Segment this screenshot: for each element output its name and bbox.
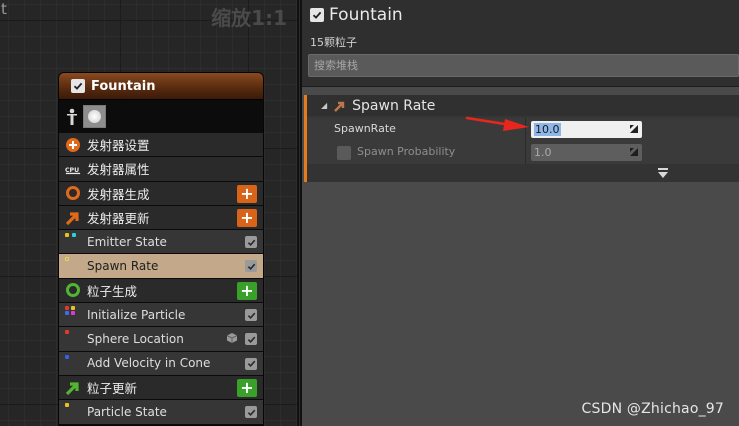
details-enable-checkbox[interactable] bbox=[310, 8, 324, 22]
module-row-emitter-state[interactable]: Emitter State bbox=[59, 230, 263, 255]
check-icon bbox=[247, 263, 255, 270]
spawn-probability-value-field[interactable]: 1.0 bbox=[531, 144, 642, 161]
emitter-figure-icon bbox=[67, 108, 77, 125]
stack-row-label: Emitter State bbox=[87, 234, 167, 249]
stack-row-label: 发射器属性 bbox=[87, 162, 150, 178]
cpu-icon: CPU bbox=[65, 161, 81, 177]
check-icon bbox=[247, 336, 255, 343]
stack-group-2[interactable]: CPU 发射器属性 bbox=[59, 157, 263, 182]
emitter-enable-checkbox[interactable] bbox=[71, 79, 85, 93]
details-title: Fountain bbox=[329, 5, 403, 25]
module-row-initialize-particle[interactable]: Initialize Particle bbox=[59, 303, 263, 328]
check-icon bbox=[247, 360, 255, 368]
emitter-node[interactable]: Fountain 发射器设置 CPU 发射器属性发射器生成 + 发射器更新 + Emitte… bbox=[58, 72, 264, 426]
collapse-arrow-icon[interactable]: ◢ bbox=[321, 101, 327, 110]
emitter-thumbnail[interactable] bbox=[83, 105, 106, 128]
emitter-settings-icon bbox=[65, 137, 81, 153]
spawn-probability-checkbox[interactable] bbox=[337, 146, 351, 160]
emitter-node-title: Fountain bbox=[91, 78, 156, 94]
module-enable-checkbox[interactable] bbox=[245, 357, 257, 370]
graph-canvas[interactable]: t 缩放1:1 Fountain 发射器设置 CPU 发射器属性 发射器生成 + 发射器更… bbox=[0, 0, 297, 426]
stack-group-7[interactable]: 粒子生成 + bbox=[59, 278, 263, 304]
stack-group-4[interactable]: 发射器更新 + bbox=[59, 205, 263, 231]
expand-input-icon[interactable] bbox=[630, 125, 638, 133]
emitter-update-icon bbox=[65, 210, 81, 226]
emitter-thumbnail-row bbox=[59, 100, 263, 133]
module-enable-checkbox[interactable] bbox=[245, 236, 257, 249]
graph-tab-title-fragment: t bbox=[1, 0, 7, 18]
particle-count: 15颗粒子 bbox=[310, 36, 357, 49]
expand-input-icon[interactable] bbox=[630, 148, 638, 156]
check-icon bbox=[247, 239, 255, 246]
zoom-level-label: 缩放1:1 bbox=[211, 6, 287, 30]
emitter-spawn-icon bbox=[65, 185, 81, 201]
module-row-particle-state[interactable]: Particle State bbox=[59, 400, 263, 425]
spawnrate-value-text: 10.0 bbox=[534, 123, 561, 136]
module-enable-checkbox[interactable] bbox=[245, 309, 257, 322]
module-row-spawn-rate[interactable]: Spawn Rate bbox=[59, 254, 263, 279]
stack-row-label: 发射器更新 bbox=[87, 211, 150, 227]
module-row-add-velocity-in-cone[interactable]: Add Velocity in Cone bbox=[59, 351, 263, 376]
stack-group-3[interactable]: 发射器生成 + bbox=[59, 181, 263, 206]
stack-row-label: Initialize Particle bbox=[87, 307, 186, 322]
stack-row-label: Sphere Location bbox=[87, 332, 184, 347]
add-module-button[interactable]: + bbox=[237, 281, 257, 300]
details-header: Fountain 15颗粒子 搜索堆栈 bbox=[302, 0, 739, 87]
module-row-sphere-location[interactable]: Sphere Location bbox=[59, 327, 263, 352]
check-icon bbox=[312, 11, 322, 19]
spawnrate-value-field[interactable]: 10.0 bbox=[531, 121, 642, 138]
selection-details-panel: Fountain 15颗粒子 搜索堆栈 ◢ Spawn Rate SpawnRa… bbox=[302, 0, 739, 426]
section-title: Spawn Rate bbox=[352, 97, 436, 114]
module-color-dots-icon bbox=[65, 403, 79, 413]
spawn-rate-section: ◢ Spawn Rate SpawnRate 10.0 Spawn Probab… bbox=[304, 95, 739, 182]
prop-row-spawn-probability: Spawn Probability 1.0 bbox=[307, 141, 739, 164]
module-color-dots-icon bbox=[65, 257, 79, 267]
spawn-rate-section-header[interactable]: ◢ Spawn Rate bbox=[307, 95, 739, 116]
stack-row-label: Spawn Rate bbox=[87, 259, 159, 274]
add-module-button[interactable]: + bbox=[237, 378, 257, 397]
check-icon bbox=[247, 312, 255, 319]
check-icon bbox=[73, 82, 83, 90]
cube-icon bbox=[227, 333, 237, 344]
add-module-button[interactable]: + bbox=[237, 208, 257, 227]
stack-search-input[interactable]: 搜索堆栈 bbox=[308, 54, 739, 77]
module-enable-checkbox[interactable] bbox=[245, 406, 257, 419]
emitter-stack-list: 发射器设置 CPU 发射器属性发射器生成 + 发射器更新 + Emitter State Sp… bbox=[59, 133, 263, 425]
advanced-expander[interactable] bbox=[307, 164, 739, 182]
expand-down-icon[interactable] bbox=[657, 167, 669, 179]
add-module-button[interactable]: + bbox=[237, 184, 257, 203]
stack-row-label: 粒子更新 bbox=[87, 381, 138, 397]
emitter-update-icon bbox=[334, 101, 345, 112]
spawn-probability-value-text: 1.0 bbox=[534, 146, 552, 159]
stack-row-label: Particle State bbox=[87, 404, 167, 419]
module-color-dots-icon bbox=[65, 233, 79, 243]
emitter-node-header[interactable]: Fountain bbox=[59, 73, 263, 100]
stack-row-label: 发射器生成 bbox=[87, 186, 150, 202]
stack-row-label: 发射器设置 bbox=[87, 138, 150, 154]
module-enable-checkbox[interactable] bbox=[245, 333, 257, 346]
particle-update-icon bbox=[65, 380, 81, 396]
module-color-dots-icon bbox=[65, 354, 79, 365]
stack-group-11[interactable]: 粒子更新 + bbox=[59, 375, 263, 401]
annotation-arrow bbox=[465, 116, 529, 131]
module-color-dots-icon bbox=[65, 306, 79, 316]
stack-row-label: Add Velocity in Cone bbox=[87, 356, 211, 371]
stack-group-1[interactable]: 发射器设置 bbox=[59, 133, 263, 158]
stack-row-label: 粒子生成 bbox=[87, 283, 138, 299]
module-enable-checkbox[interactable] bbox=[245, 260, 257, 273]
check-icon bbox=[247, 409, 255, 416]
module-color-dots-icon bbox=[65, 330, 79, 340]
prop-label-spawnrate: SpawnRate bbox=[334, 122, 396, 135]
prop-label-spawn-probability: Spawn Probability bbox=[357, 145, 456, 158]
particle-spawn-icon bbox=[65, 282, 81, 298]
watermark: CSDN @Zhichao_97 bbox=[581, 401, 724, 417]
